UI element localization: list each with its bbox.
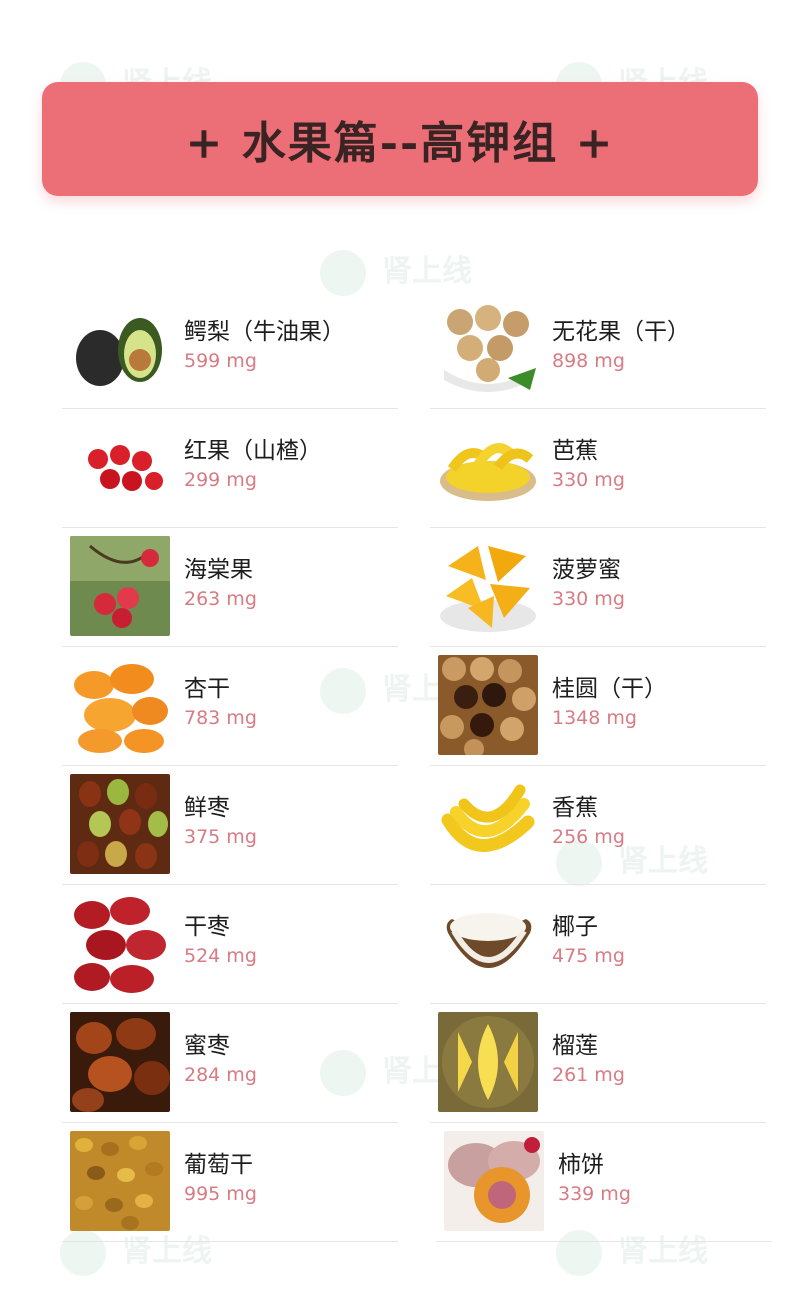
raisin-icon — [70, 1131, 170, 1231]
list-item: 榴莲 261 mg — [430, 1004, 766, 1123]
potassium-value: 475 mg — [552, 945, 625, 967]
list-item: 蜜枣 284 mg — [62, 1004, 398, 1123]
hawthorn-icon — [70, 417, 170, 517]
potassium-value: 299 mg — [184, 469, 257, 491]
potassium-value: 284 mg — [184, 1064, 257, 1086]
fruit-name: 葡萄干 — [184, 1152, 253, 1178]
fresh-jujube-icon — [70, 774, 170, 874]
potassium-value: 524 mg — [184, 945, 257, 967]
list-item: 杏干 783 mg — [62, 647, 398, 766]
fruit-list-left: 鳄梨（牛油果） 599 mg 红果（山楂） 299 mg 海棠果 263 mg … — [62, 290, 398, 1242]
banana-icon — [438, 774, 538, 874]
fruit-name: 榴莲 — [552, 1033, 598, 1059]
list-item: 桂圆（干） 1348 mg — [430, 647, 766, 766]
plantain-icon — [438, 417, 538, 517]
list-item: 无花果（干） 898 mg — [430, 290, 766, 409]
list-item: 干枣 524 mg — [62, 885, 398, 1004]
potassium-value: 256 mg — [552, 826, 625, 848]
potassium-value: 330 mg — [552, 588, 625, 610]
list-item: 柿饼 339 mg — [436, 1123, 772, 1242]
fruit-name: 鲜枣 — [184, 795, 230, 821]
list-item: 海棠果 263 mg — [62, 528, 398, 647]
jackfruit-icon — [438, 536, 538, 636]
fruit-list-right: 无花果（干） 898 mg 芭蕉 330 mg 菠萝蜜 330 mg 桂圆（干）… — [430, 290, 772, 1242]
potassium-value: 261 mg — [552, 1064, 625, 1086]
list-item: 香蕉 256 mg — [430, 766, 766, 885]
fruit-name: 芭蕉 — [552, 438, 598, 464]
fruit-name: 椰子 — [552, 914, 598, 940]
fruit-name: 蜜枣 — [184, 1033, 230, 1059]
potassium-value: 783 mg — [184, 707, 257, 729]
watermark-logo-icon: 肾上线 — [320, 246, 472, 296]
fruit-name: 无花果（干） — [552, 319, 690, 345]
list-item: 鳄梨（牛油果） 599 mg — [62, 290, 398, 409]
potassium-value: 375 mg — [184, 826, 257, 848]
potassium-value: 263 mg — [184, 588, 257, 610]
dried-fig-icon — [438, 298, 538, 398]
potassium-value: 339 mg — [558, 1183, 631, 1205]
dried-longan-icon — [438, 655, 538, 755]
fruit-name: 桂圆（干） — [552, 676, 667, 702]
title-banner: + 水果篇--高钾组 + — [42, 82, 758, 196]
list-item: 芭蕉 330 mg — [430, 409, 766, 528]
potassium-value: 1348 mg — [552, 707, 637, 729]
list-item: 鲜枣 375 mg — [62, 766, 398, 885]
dried-persimmon-icon — [444, 1131, 544, 1231]
dried-jujube-icon — [70, 893, 170, 993]
fruit-name: 香蕉 — [552, 795, 598, 821]
list-item: 椰子 475 mg — [430, 885, 766, 1004]
avocado-icon — [70, 298, 170, 398]
potassium-value: 898 mg — [552, 350, 625, 372]
dried-apricot-icon — [70, 655, 170, 755]
fruit-name: 菠萝蜜 — [552, 557, 621, 583]
coconut-icon — [438, 893, 538, 993]
durian-icon — [438, 1012, 538, 1112]
fruit-name: 柿饼 — [558, 1152, 604, 1178]
fruit-name: 海棠果 — [184, 557, 253, 583]
fruit-name: 鳄梨（牛油果） — [184, 319, 345, 345]
fruit-name: 红果（山楂） — [184, 438, 322, 464]
potassium-value: 599 mg — [184, 350, 257, 372]
list-item: 葡萄干 995 mg — [62, 1123, 398, 1242]
list-item: 菠萝蜜 330 mg — [430, 528, 766, 647]
page-title: + 水果篇--高钾组 + — [185, 118, 615, 169]
list-item: 红果（山楂） 299 mg — [62, 409, 398, 528]
fruit-name: 干枣 — [184, 914, 230, 940]
crabapple-icon — [70, 536, 170, 636]
fruit-name: 杏干 — [184, 676, 230, 702]
potassium-value: 330 mg — [552, 469, 625, 491]
potassium-value: 995 mg — [184, 1183, 257, 1205]
candied-date-icon — [70, 1012, 170, 1112]
